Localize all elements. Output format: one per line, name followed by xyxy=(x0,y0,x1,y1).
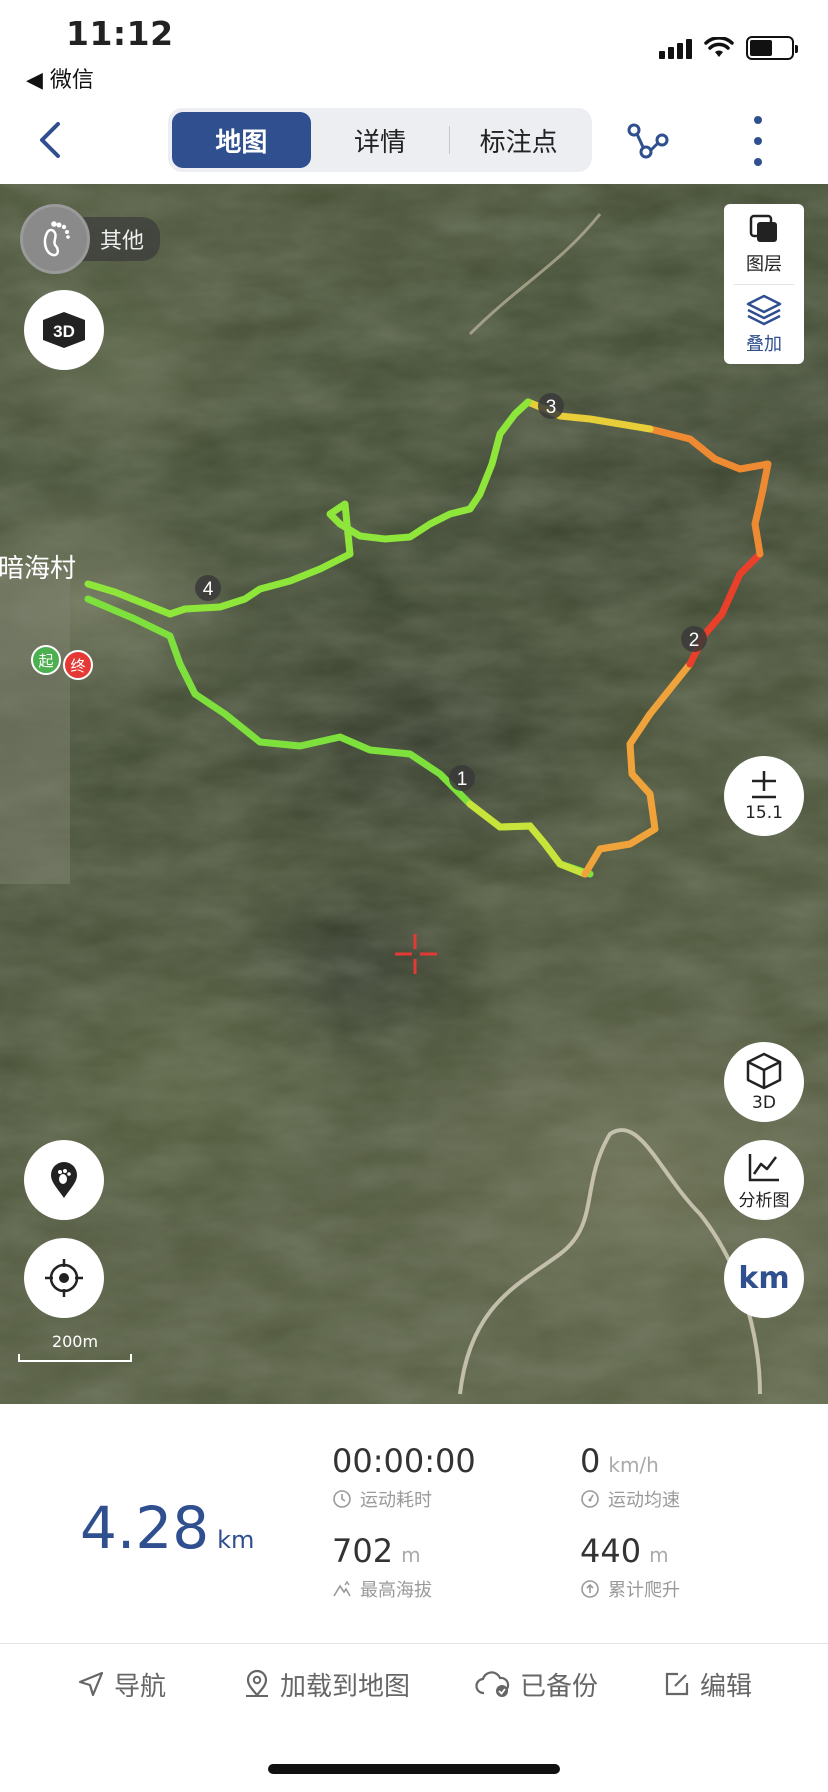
svg-text:4: 4 xyxy=(203,579,214,600)
total-distance: 4.28 km xyxy=(80,1494,254,1562)
svg-text:3D: 3D xyxy=(53,322,75,341)
overlay-button[interactable]: 叠加 xyxy=(724,284,804,364)
load-to-map-label: 加载到地图 xyxy=(280,1671,411,1702)
waypoint-marker-1[interactable]: 1 xyxy=(449,765,475,791)
max-altitude-label: 最高海拔 xyxy=(360,1580,432,1601)
locate-me-button[interactable] xyxy=(24,1238,104,1318)
backed-up-label: 已备份 xyxy=(520,1671,599,1702)
bottom-action-bar: 导航 加载到地图 已备份 编辑 xyxy=(0,1644,828,1724)
back-arrow-icon[interactable] xyxy=(30,118,74,162)
place-label: 暗海村 xyxy=(0,554,76,584)
layers-label: 图层 xyxy=(746,254,782,275)
analysis-chart-label: 分析图 xyxy=(738,1190,790,1211)
home-indicator xyxy=(268,1764,560,1774)
marker-footprint-button[interactable] xyxy=(24,1140,104,1220)
mountain-peak-icon xyxy=(333,1580,351,1597)
zoom-level-button[interactable]: 15.1 xyxy=(724,756,804,836)
svg-text:2: 2 xyxy=(689,630,700,651)
speed-label: 运动均速 xyxy=(608,1490,680,1511)
zoom-level-value: 15.1 xyxy=(745,803,783,823)
battery-icon xyxy=(746,36,798,60)
navigate-label: 导航 xyxy=(114,1671,167,1702)
scale-label: 200m xyxy=(51,1332,99,1351)
edit-button[interactable]: 编辑 xyxy=(662,1666,752,1703)
load-to-map-button[interactable]: 加载到地图 xyxy=(242,1666,410,1703)
svg-text:3: 3 xyxy=(546,397,557,418)
distance-value: 4.28 xyxy=(80,1494,210,1562)
map-scale: 200m xyxy=(18,1332,132,1372)
layer-panel: 图层 叠加 xyxy=(724,204,804,364)
total-climb-label: 累计爬升 xyxy=(608,1580,680,1601)
segmented-tabs: 地图 详情 标注点 xyxy=(168,108,592,172)
distance-unit: km xyxy=(217,1526,255,1554)
navigate-button[interactable]: 导航 xyxy=(76,1666,166,1703)
route-overlay: 1 2 3 4 暗海村 起 终 xyxy=(0,184,828,1404)
start-marker[interactable]: 起 xyxy=(31,645,61,675)
back-to-wechat-link[interactable]: ◀ 微信 xyxy=(26,62,94,94)
cloud-check-icon xyxy=(475,1671,510,1697)
cube-icon xyxy=(746,1052,782,1090)
navigate-icon xyxy=(78,1671,104,1697)
waypoint-marker-3[interactable]: 3 xyxy=(538,393,564,419)
unit-toggle-button[interactable]: km xyxy=(724,1238,804,1318)
tab-markers[interactable]: 标注点 xyxy=(449,112,588,168)
total-climb-stat: 440 m 累计爬升 xyxy=(580,1532,680,1602)
svg-text:终: 终 xyxy=(70,657,85,675)
map-3d-toggle-button[interactable]: 3D xyxy=(24,290,104,370)
duration-label: 运动耗时 xyxy=(360,1490,432,1511)
line-chart-icon xyxy=(748,1153,779,1181)
tab-details[interactable]: 详情 xyxy=(311,112,450,168)
waypoint-marker-4[interactable]: 4 xyxy=(195,575,221,601)
backed-up-button[interactable]: 已备份 xyxy=(474,1666,598,1703)
top-navbar: 地图 详情 标注点 xyxy=(0,100,828,184)
arrow-up-circle-icon xyxy=(581,1580,599,1598)
svg-text:起: 起 xyxy=(38,652,53,670)
speed-stat: 0 km/h 运动均速 xyxy=(580,1442,680,1512)
max-altitude-stat: 702 m 最高海拔 xyxy=(332,1532,432,1602)
status-bar: 11:12 ◀ 微信 xyxy=(0,0,828,100)
3d-view-label: 3D xyxy=(752,1093,776,1113)
layers-icon xyxy=(749,214,777,242)
route-share-icon[interactable] xyxy=(624,118,670,164)
total-climb-unit: m xyxy=(649,1543,669,1567)
track-stats-panel: 4.28 km 00:00:00 运动耗时 0 km/h 运动均速 702 m 最高… xyxy=(0,1404,828,1644)
overlay-stack-icon xyxy=(746,294,782,326)
tab-map[interactable]: 地图 xyxy=(172,112,311,168)
unit-label: km xyxy=(738,1260,790,1296)
zoom-plus-icon xyxy=(752,771,776,799)
max-altitude-unit: m xyxy=(401,1543,421,1567)
duration-stat: 00:00:00 运动耗时 xyxy=(332,1442,476,1512)
3d-icon: 3D xyxy=(43,312,85,348)
3d-view-button[interactable]: 3D xyxy=(724,1042,804,1122)
total-climb-value: 440 xyxy=(580,1532,642,1570)
footprint-icon xyxy=(20,204,90,274)
speed-unit: km/h xyxy=(608,1453,659,1477)
speedometer-icon xyxy=(581,1490,599,1508)
status-icons xyxy=(659,36,798,60)
max-altitude-value: 702 xyxy=(332,1532,394,1570)
sport-mode-pill[interactable]: 其他 xyxy=(20,204,161,274)
waypoint-marker-2[interactable]: 2 xyxy=(681,626,707,652)
speed-value: 0 xyxy=(580,1442,601,1480)
edit-label: 编辑 xyxy=(700,1671,753,1702)
svg-text:1: 1 xyxy=(457,769,468,790)
location-pin-footprint-icon xyxy=(51,1162,77,1198)
overlay-label: 叠加 xyxy=(746,334,782,355)
wifi-icon xyxy=(704,37,734,57)
signal-icon xyxy=(659,37,692,59)
map-pin-icon xyxy=(246,1669,268,1697)
end-marker[interactable]: 终 xyxy=(63,650,93,680)
layers-button[interactable]: 图层 xyxy=(724,204,804,284)
clock-icon xyxy=(333,1490,351,1508)
analysis-chart-button[interactable]: 分析图 xyxy=(724,1140,804,1220)
crosshair-locate-icon xyxy=(45,1259,83,1297)
village-area xyxy=(0,564,70,884)
more-menu-icon[interactable] xyxy=(748,116,768,166)
scale-bar xyxy=(18,1354,132,1362)
status-time: 11:12 xyxy=(66,14,174,53)
duration-value: 00:00:00 xyxy=(332,1442,476,1480)
map-view[interactable]: 1 2 3 4 暗海村 起 终 其他 3D 图层 叠加 15.1 3D 分析图 … xyxy=(0,184,828,1404)
edit-icon xyxy=(665,1672,689,1696)
